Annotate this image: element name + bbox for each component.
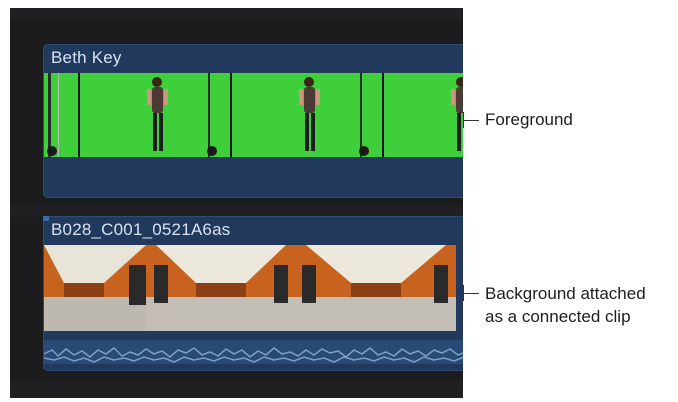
background-filmstrip: [44, 245, 463, 331]
subway-station-frame: [44, 245, 146, 331]
timeline[interactable]: Beth Key B028_C001_0521A6as: [10, 8, 463, 398]
green-screen-frame: [80, 73, 230, 157]
background-callout-line-2: as a connected clip: [485, 307, 631, 326]
foreground-filmstrip: [44, 73, 463, 157]
foreground-callout: Foreground: [485, 110, 573, 129]
subway-station-frame: [296, 245, 456, 331]
green-screen-frame: [384, 73, 463, 157]
track-strip: [10, 8, 463, 20]
background-clip-title: B028_C001_0521A6as: [51, 220, 231, 239]
foreground-callout-tick: [463, 112, 464, 128]
foreground-clip[interactable]: Beth Key: [43, 44, 463, 198]
clip-connection-handle[interactable]: [43, 216, 49, 221]
foreground-clip-title: Beth Key: [51, 48, 122, 67]
background-callout-tick: [463, 285, 464, 301]
subway-station-frame: [146, 245, 296, 331]
foreground-callout-line: [463, 120, 479, 121]
green-screen-frame: [44, 73, 78, 157]
background-clip[interactable]: B028_C001_0521A6as: [43, 216, 463, 371]
track-strip: [10, 380, 463, 398]
background-callout-line-1: Background attached: [485, 284, 646, 303]
audio-waveform: [44, 340, 463, 364]
green-screen-frame: [232, 73, 382, 157]
background-callout-line: [463, 293, 479, 294]
